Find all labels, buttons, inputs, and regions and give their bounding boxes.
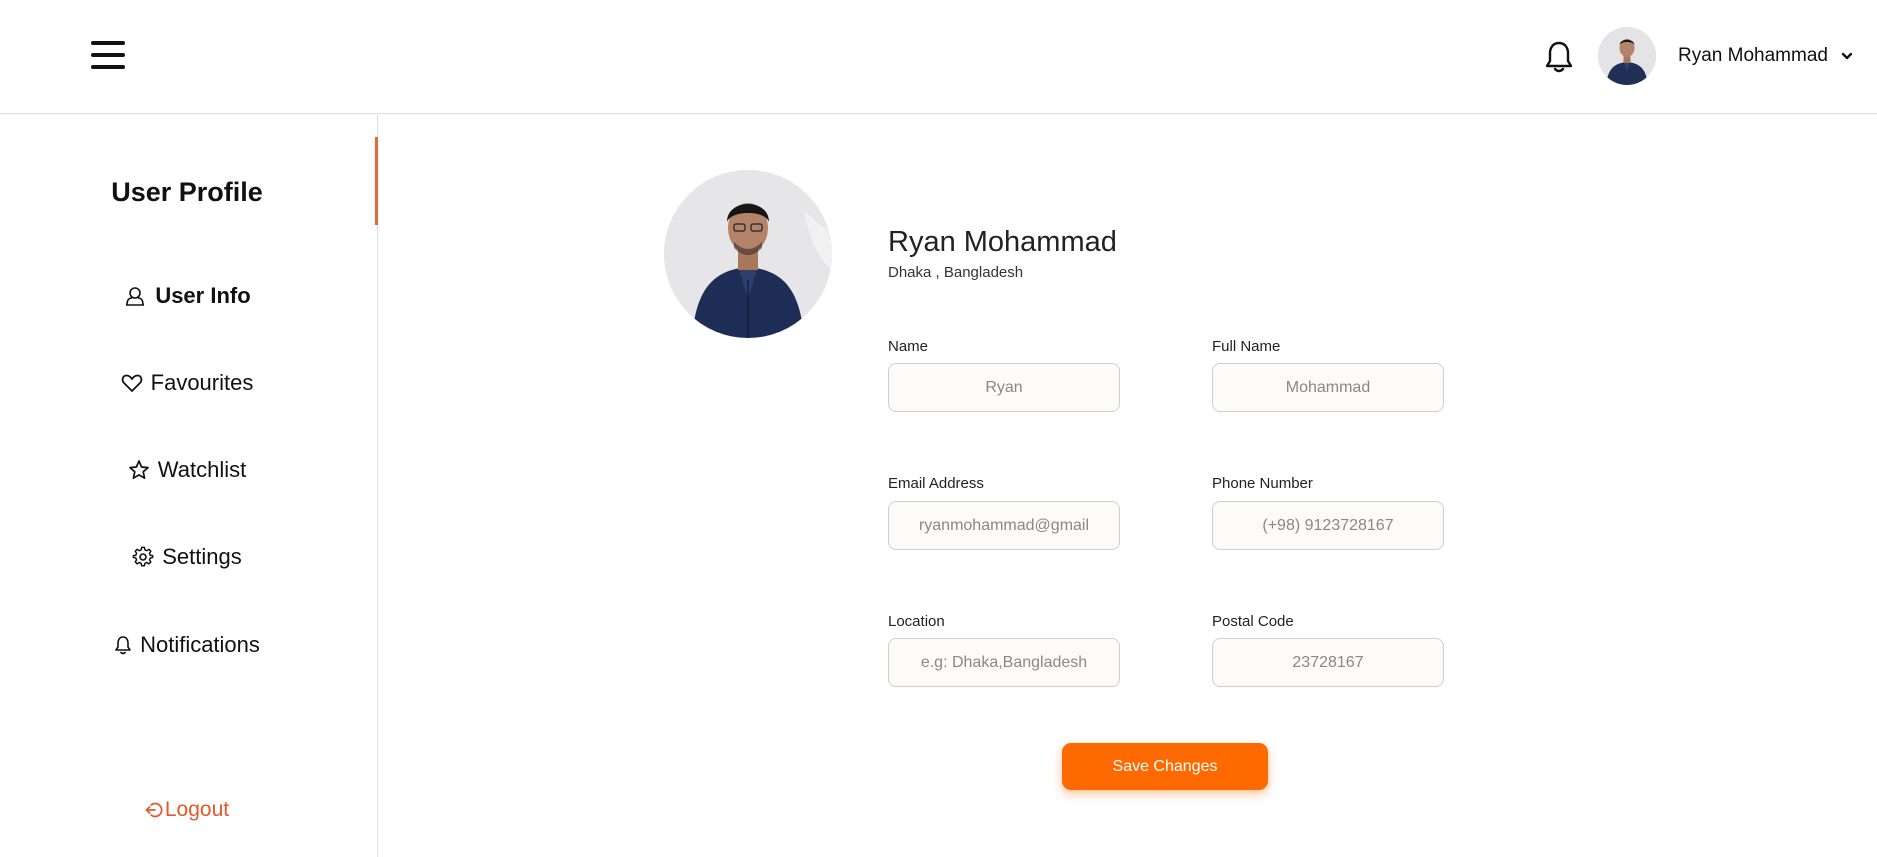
profile-avatar (664, 170, 832, 338)
user-icon (126, 287, 145, 306)
location-label: Location (888, 613, 945, 630)
phone-field[interactable] (1212, 501, 1444, 550)
sidebar-item-watchlist[interactable]: Watchlist (0, 426, 374, 514)
sidebar-item-settings[interactable]: Settings (0, 513, 374, 601)
hamburger-icon[interactable] (91, 41, 125, 71)
sidebar: User Profile User Info Favourites Watchl… (0, 115, 378, 857)
gear-icon (132, 546, 154, 567)
sidebar-item-user-info[interactable]: User Info (0, 252, 374, 340)
sidebar-title: User Profile (111, 177, 263, 207)
postal-code-field[interactable] (1212, 638, 1444, 687)
bell-icon (115, 636, 131, 655)
name-label: Name (888, 338, 929, 355)
heart-icon (121, 374, 142, 392)
user-name: Ryan Mohammad (1678, 45, 1828, 66)
sidebar-item-favourites[interactable]: Favourites (0, 339, 374, 427)
top-header: Ryan Mohammad (0, 0, 1877, 114)
postal-code-label: Postal Code (1212, 613, 1294, 630)
phone-label: Phone Number (1212, 475, 1313, 492)
profile-location: Dhaka , Bangladesh (888, 264, 1024, 281)
chevron-down-icon (1841, 52, 1853, 60)
star-icon (128, 460, 149, 480)
save-changes-button[interactable]: Save Changes (1062, 743, 1268, 790)
sidebar-item-label: Watchlist (157, 457, 247, 482)
sidebar-item-label: User Info (155, 283, 251, 308)
active-indicator (375, 137, 378, 225)
location-field[interactable] (888, 638, 1120, 687)
full-name-label: Full Name (1212, 338, 1281, 355)
logout-label: Logout (164, 798, 230, 821)
profile-name: Ryan Mohammad (888, 226, 1117, 258)
user-menu[interactable]: Ryan Mohammad (1678, 44, 1854, 68)
sidebar-item-label: Notifications (140, 632, 260, 657)
email-field[interactable] (888, 501, 1120, 550)
full-name-field[interactable] (1212, 363, 1444, 412)
avatar[interactable] (1598, 27, 1656, 85)
logout-button[interactable]: Logout (0, 798, 374, 822)
name-field[interactable] (888, 363, 1120, 412)
email-label: Email Address (888, 475, 984, 492)
sidebar-item-notifications[interactable]: Notifications (0, 601, 374, 689)
sidebar-item-label: Settings (162, 544, 242, 569)
bell-icon[interactable] (1544, 40, 1574, 74)
sidebar-item-label: Favourites (150, 370, 254, 395)
logout-icon (145, 802, 163, 818)
